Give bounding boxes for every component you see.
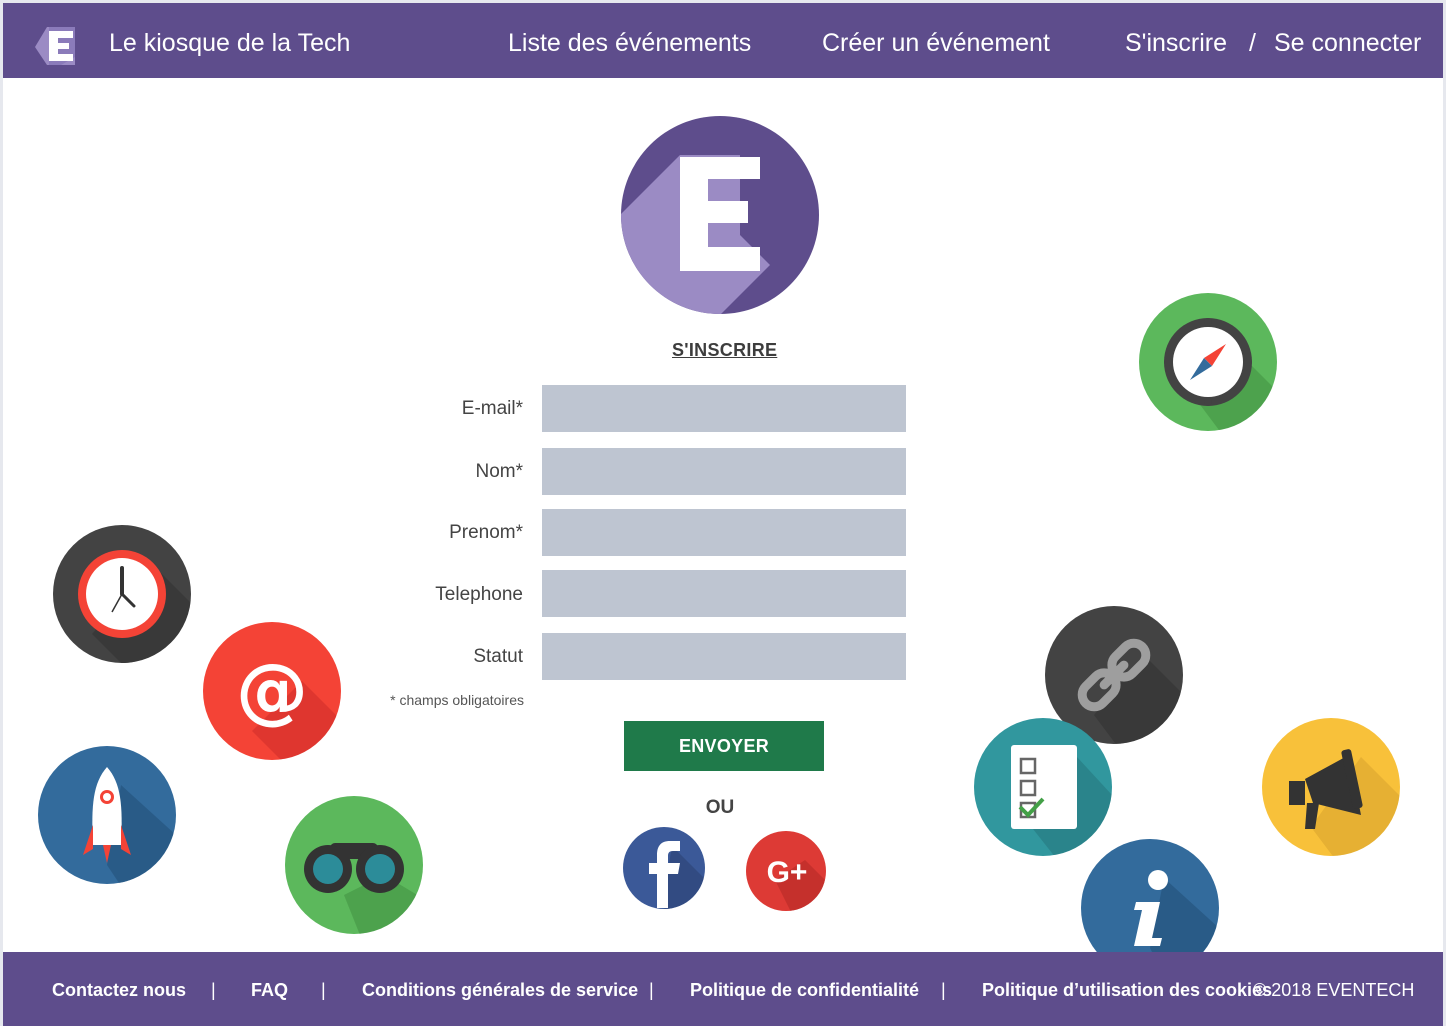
footer-link-terms[interactable]: Conditions générales de service [362, 980, 638, 1001]
top-navbar: Le kiosque de la Tech Liste des événemen… [3, 3, 1443, 78]
binoculars-icon [285, 796, 423, 934]
form-title: S'INSCRIRE [672, 340, 778, 360]
statut-label: Statut [473, 646, 523, 667]
facebook-icon[interactable] [622, 826, 706, 910]
footer-separator: | [321, 980, 326, 1000]
nav-events-list[interactable]: Liste des événements [508, 29, 751, 58]
hero-logo-icon [621, 116, 819, 314]
submit-button[interactable]: ENVOYER [624, 721, 824, 771]
clock-icon [53, 525, 191, 663]
footer: Contactez nous | FAQ | Conditions généra… [3, 952, 1443, 1026]
telephone-label: Telephone [435, 584, 523, 605]
footer-separator: | [649, 980, 654, 1000]
brand-name[interactable]: Le kiosque de la Tech [109, 29, 350, 58]
required-fields-note: * champs obligatoires [390, 692, 524, 708]
or-divider: OU [705, 797, 735, 818]
prenom-label: Prenom* [449, 522, 523, 543]
email-field[interactable] [542, 385, 906, 432]
copyright: © 2018 EVENTECH [1253, 980, 1415, 1000]
prenom-field[interactable] [542, 509, 906, 556]
at-sign-icon: @ [203, 622, 341, 760]
svg-text:G+: G+ [767, 856, 808, 889]
svg-text:@: @ [236, 648, 308, 732]
nav-login[interactable]: Se connecter [1274, 29, 1421, 58]
nom-field[interactable] [542, 448, 906, 495]
nav-create-event[interactable]: Créer un événement [822, 29, 1050, 58]
footer-link-cookies[interactable]: Politique d’utilisation des cookies [982, 980, 1272, 1001]
footer-separator: | [941, 980, 946, 1000]
rocket-icon [38, 746, 176, 884]
statut-field[interactable] [542, 633, 906, 680]
footer-separator: | [211, 980, 216, 1000]
email-label: E-mail* [461, 398, 523, 419]
footer-link-faq[interactable]: FAQ [251, 980, 288, 1001]
footer-link-contact[interactable]: Contactez nous [52, 980, 186, 1001]
nom-label: Nom* [475, 461, 523, 482]
checklist-icon [974, 718, 1112, 856]
telephone-field[interactable] [542, 570, 906, 617]
nav-signup[interactable]: S'inscrire [1125, 29, 1227, 58]
google-plus-icon[interactable]: G+ [745, 830, 827, 912]
compass-icon [1139, 293, 1277, 431]
megaphone-icon [1262, 718, 1400, 856]
nav-separator: / [1249, 29, 1256, 57]
brand-logo-icon[interactable] [31, 25, 79, 67]
footer-link-privacy[interactable]: Politique de confidentialité [690, 980, 919, 1001]
